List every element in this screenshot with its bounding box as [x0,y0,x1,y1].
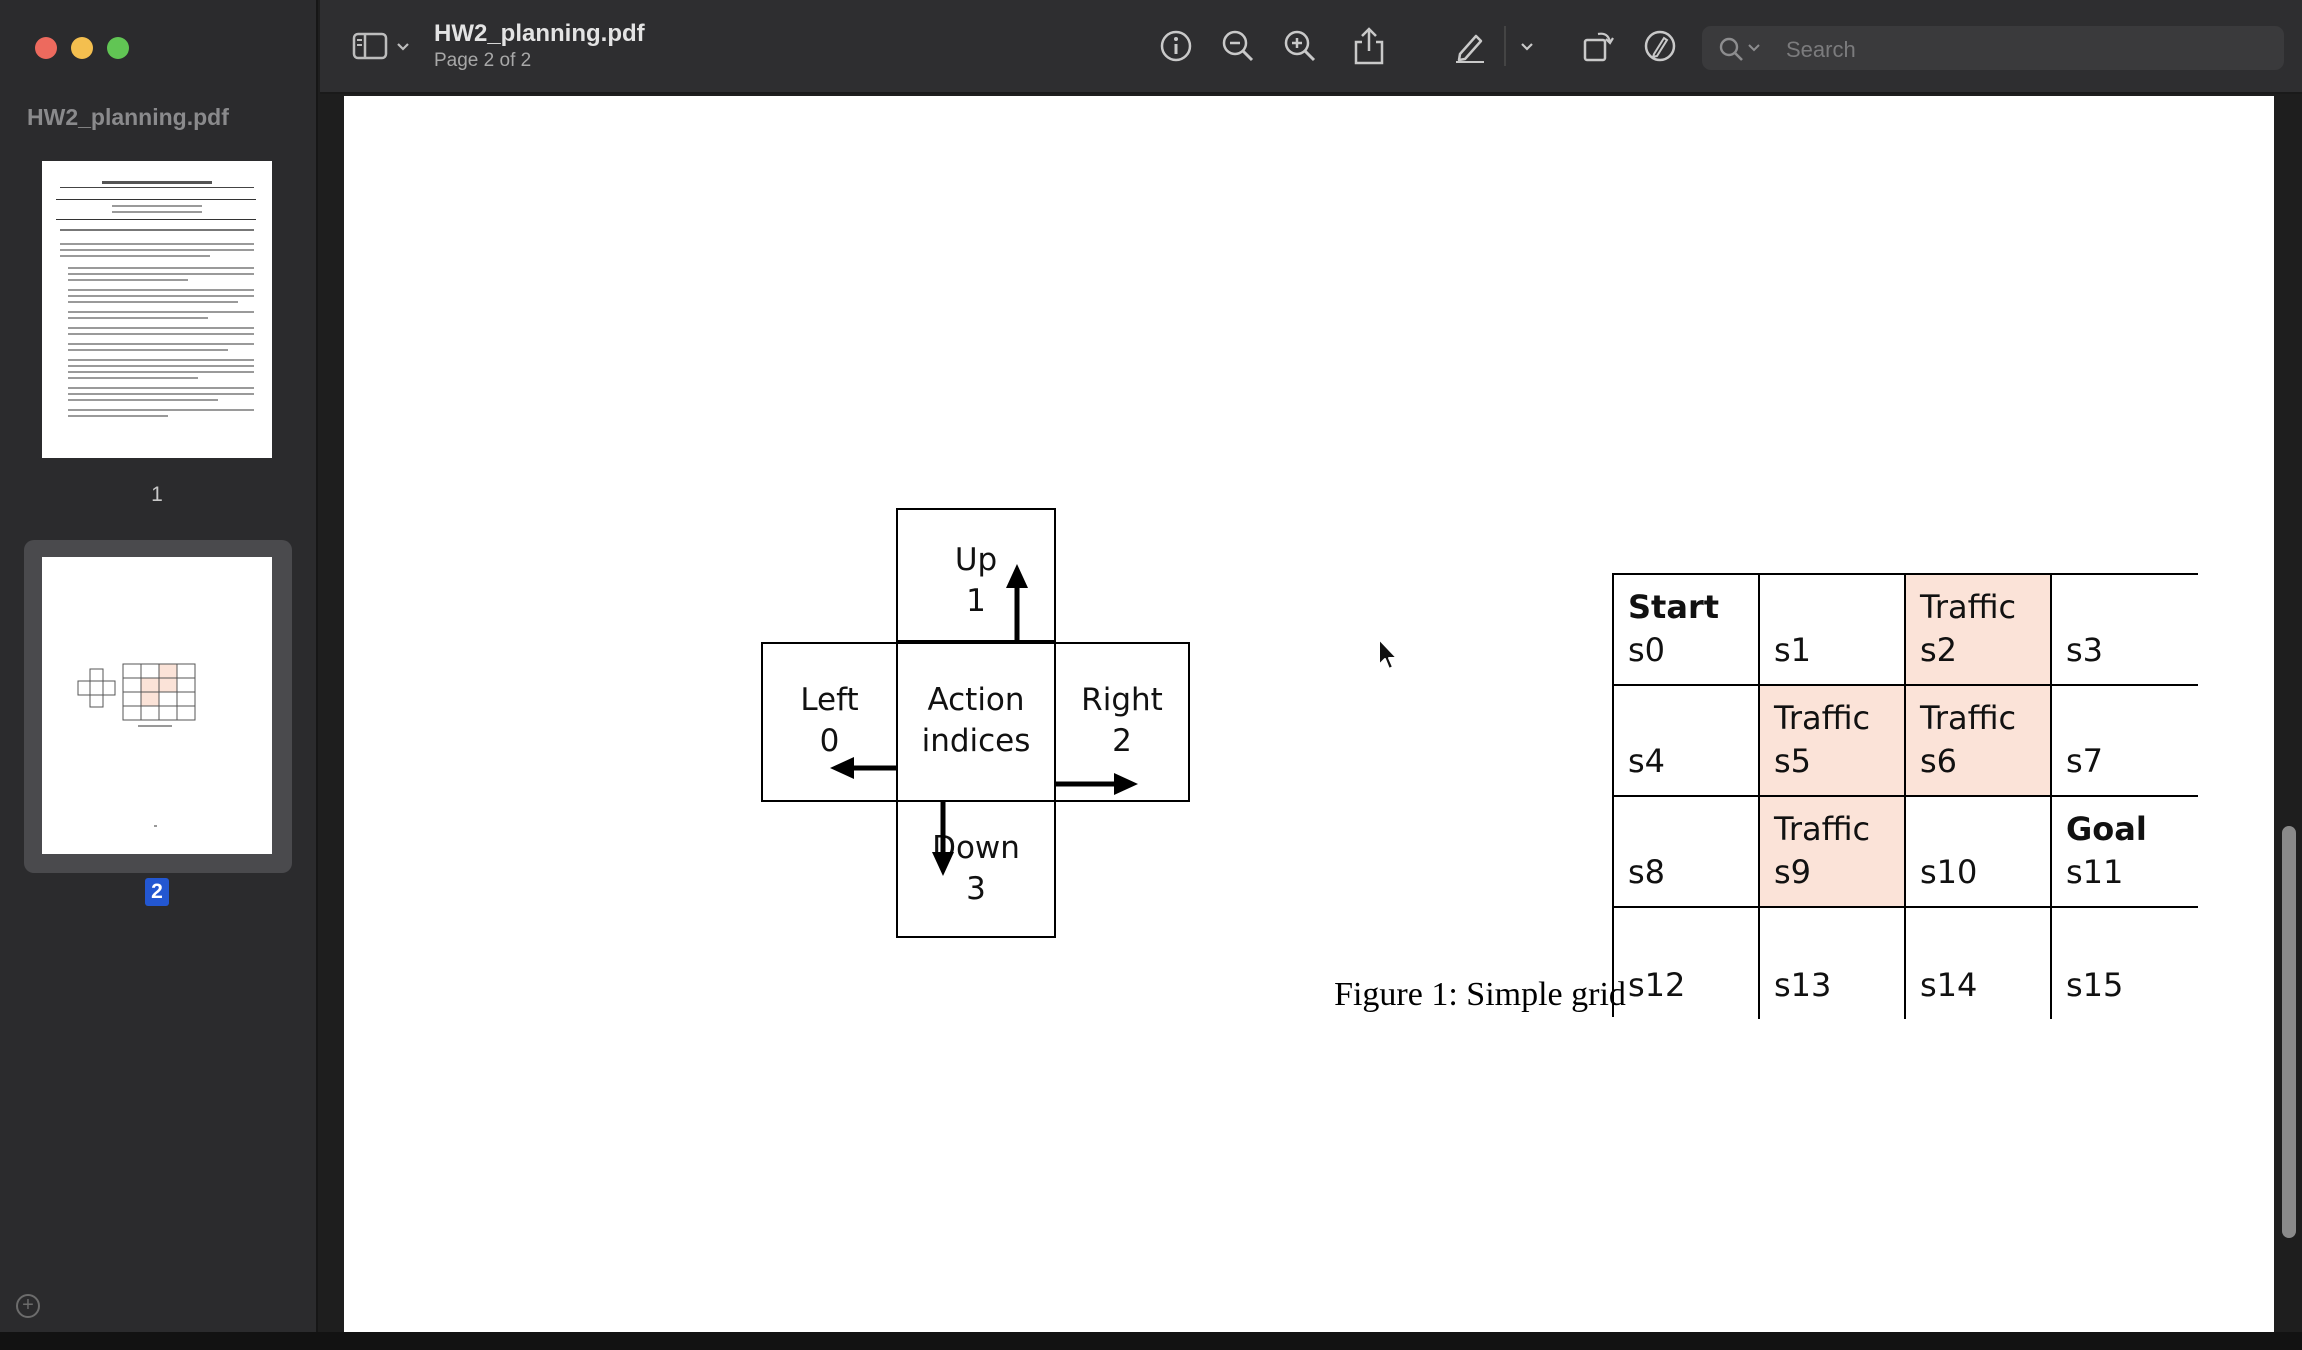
share-icon[interactable] [1352,26,1386,66]
document-viewer[interactable]: Up 1 Left 0 Action indices Right 2 Down … [320,96,2302,1332]
grid-world: Start s0 s1 Traffic s2 s3 s4 Traffic s5 Traffic s6… [1612,573,2198,1019]
grid-cell-state-id: s6 [1920,742,1958,780]
rotate-icon[interactable] [1580,28,1616,64]
grid-cell-state-id: s3 [2066,631,2104,669]
arrow-right-icon [1056,773,1138,795]
arrow-up-icon [1006,564,1028,642]
zoom-in-icon[interactable] [1282,28,1318,64]
sidebar-toggle-icon[interactable] [352,32,388,60]
grid-cell: s10 [1906,797,2052,908]
add-icon[interactable]: + [16,1294,40,1318]
figure-caption: Figure 1: Simple grid [1334,976,1626,1013]
minimize-window-button[interactable] [71,37,93,59]
grid-cell-state-id: s2 [1920,631,1958,669]
grid-cell-title: Goal [2066,810,2147,848]
grid-cell-state-id: s7 [2066,742,2104,780]
toolbar: HW2_planning.pdf Page 2 of 2 Search [320,0,2302,94]
grid-cell: s13 [1760,908,1906,1019]
grid-cell-state-id: s13 [1774,966,1832,1004]
search-field[interactable]: Search [1702,26,2284,70]
grid-cell-state-id: s15 [2066,966,2124,1004]
chevron-down-icon[interactable] [1520,42,1534,52]
page-number-1: 1 [151,483,163,506]
sidebar-document-label: HW2_planning.pdf [27,104,229,130]
info-icon[interactable] [1158,28,1194,64]
grid-cell-state-id: s10 [1920,853,1978,891]
close-window-button[interactable] [35,37,57,59]
arrow-left-icon [830,757,896,779]
window-bottom-edge [0,1332,2302,1350]
grid-cell-title: Traffic [1920,588,2017,626]
mouse-cursor-icon [1378,638,1398,670]
grid-cell: s14 [1906,908,2052,1019]
page-indicator: Page 2 of 2 [434,50,532,71]
pdf-page: Up 1 Left 0 Action indices Right 2 Down … [344,96,2274,1332]
vertical-scrollbar[interactable] [2282,826,2296,1238]
maximize-window-button[interactable] [107,37,129,59]
markup-pen-icon[interactable] [1452,28,1488,64]
grid-cell: s4 [1614,686,1760,797]
grid-cell-state-id: s11 [2066,853,2124,891]
grid-cell: s15 [2052,908,2198,1019]
grid-cell: Goal s11 [2052,797,2198,908]
zoom-out-icon[interactable] [1220,28,1256,64]
grid-cell: Traffic s5 [1760,686,1906,797]
thumbnail-figure-preview [77,663,196,827]
action-arrows [830,564,1138,876]
toolbar-separator [1504,26,1506,66]
grid-cell: Traffic s6 [1906,686,2052,797]
page-thumbnail-1[interactable] [42,161,272,458]
grid-cell-state-id: s0 [1628,631,1666,669]
sidebar: HW2_planning.pdf 1 2 + [0,0,318,1332]
grid-cell: s1 [1760,575,1906,686]
grid-cell: s7 [2052,686,2198,797]
grid-cell-title: Traffic [1920,699,2017,737]
annotate-icon[interactable] [1642,28,1678,64]
grid-cell-title: Traffic [1774,810,1871,848]
page-number-2: 2 [145,878,169,906]
grid-cell: Traffic s2 [1906,575,2052,686]
chevron-down-icon[interactable] [1748,44,1760,52]
grid-cell: Start s0 [1614,575,1760,686]
grid-cell: Traffic s9 [1760,797,1906,908]
grid-cell-state-id: s14 [1920,966,1978,1004]
grid-cell-title: Start [1628,588,1720,626]
grid-cell-state-id: s9 [1774,853,1812,891]
search-placeholder: Search [1786,37,1856,62]
search-icon [1719,37,1743,61]
grid-cell: s3 [2052,575,2198,686]
grid-cell-state-id: s1 [1774,631,1812,669]
document-title: HW2_planning.pdf [434,20,645,47]
grid-cell: s8 [1614,797,1760,908]
page-thumbnail-2[interactable] [42,557,272,854]
grid-cell-state-id: s8 [1628,853,1666,891]
grid-cell-state-id: s4 [1628,742,1666,780]
grid-cell-title: Traffic [1774,699,1871,737]
arrow-down-icon [932,800,954,876]
chevron-down-icon[interactable] [396,42,410,52]
grid-cell-state-id: s5 [1774,742,1812,780]
